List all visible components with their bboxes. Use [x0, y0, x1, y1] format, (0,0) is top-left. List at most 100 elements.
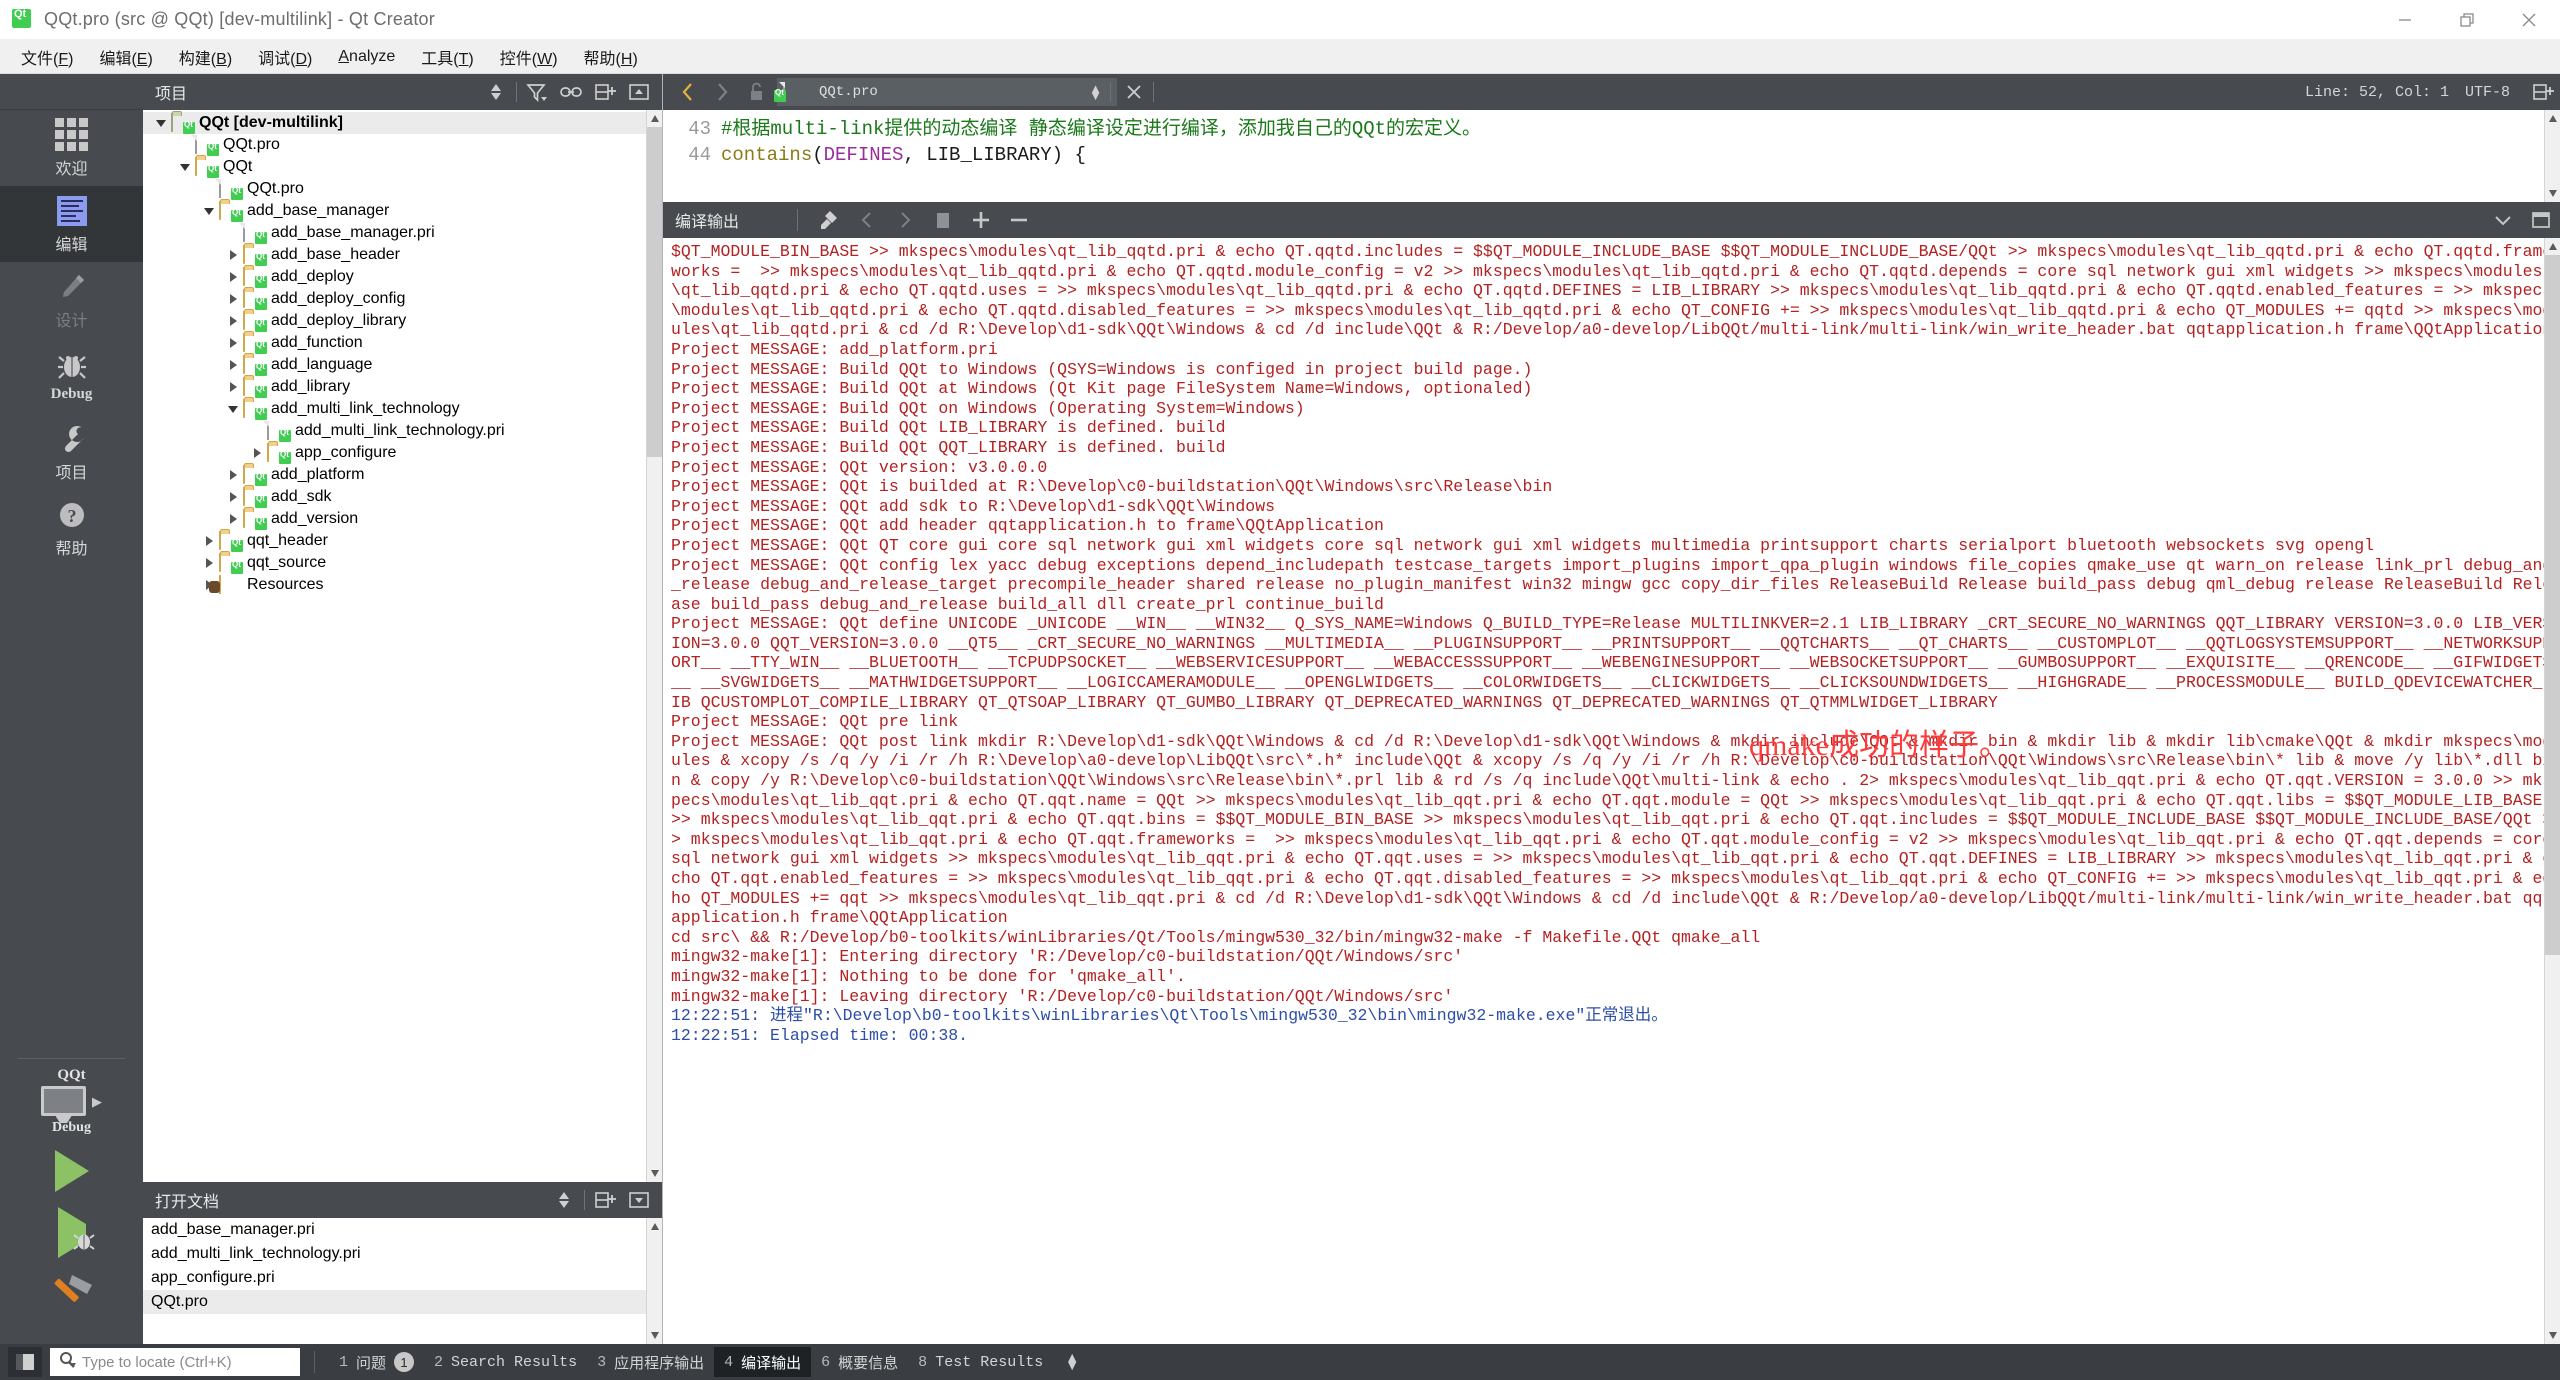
- previous-item-icon[interactable]: [848, 204, 886, 236]
- back-arrow-icon[interactable]: [671, 76, 705, 108]
- sidebar-toggle-icon[interactable]: [8, 1347, 42, 1377]
- chevron-right-icon[interactable]: [223, 294, 243, 304]
- chevron-down-icon[interactable]: [2484, 204, 2522, 236]
- output-tab-3[interactable]: 3 应用程序输出: [587, 1347, 714, 1377]
- chevron-right-icon[interactable]: [199, 536, 219, 546]
- tree-item[interactable]: QQt.pro: [143, 178, 662, 200]
- chevron-right-icon[interactable]: [223, 382, 243, 392]
- next-item-icon[interactable]: [886, 204, 924, 236]
- open-file-selector[interactable]: QQt.pro ▲▼: [774, 78, 1117, 106]
- updown-chevron-icon[interactable]: ▲ ▼: [1083, 82, 1108, 102]
- close-icon[interactable]: [2498, 0, 2560, 40]
- split-add-icon[interactable]: [588, 1185, 622, 1215]
- updown-chevron-icon[interactable]: ▲ ▼: [1065, 1350, 1079, 1372]
- menu-item-2[interactable]: 构建(B): [166, 41, 245, 73]
- tree-item[interactable]: add_library: [143, 376, 662, 398]
- scroll-up-icon[interactable]: [647, 110, 662, 127]
- search-input[interactable]: Type to locate (Ctrl+K): [50, 1348, 300, 1376]
- open-document-item[interactable]: add_multi_link_technology.pri: [143, 1242, 662, 1266]
- restore-icon[interactable]: [2436, 0, 2498, 40]
- run-button[interactable]: [0, 1140, 143, 1202]
- tree-item[interactable]: qqt_header: [143, 530, 662, 552]
- chevron-down-icon[interactable]: [175, 163, 195, 171]
- output-scrollbar[interactable]: [2544, 238, 2560, 1344]
- sidebar-item-design[interactable]: 设计: [0, 262, 143, 338]
- menu-item-4[interactable]: Analyze: [325, 44, 408, 70]
- scrollbar-thumb[interactable]: [647, 127, 662, 457]
- open-document-item[interactable]: QQt.pro: [143, 1290, 662, 1314]
- sidebar-item-help[interactable]: ? 帮助: [0, 490, 143, 566]
- close-document-icon[interactable]: [1117, 76, 1151, 108]
- build-button[interactable]: [0, 1264, 143, 1326]
- tree-item[interactable]: app_configure: [143, 442, 662, 464]
- split-add-icon[interactable]: [2526, 76, 2560, 108]
- scroll-down-icon[interactable]: [2545, 185, 2560, 202]
- chevron-right-icon[interactable]: [223, 250, 243, 260]
- unlocked-padlock-icon[interactable]: [739, 76, 773, 108]
- scrollbar-thumb[interactable]: [2545, 255, 2560, 955]
- tree-item[interactable]: Resources: [143, 574, 662, 596]
- kit-selector[interactable]: QQt ▶ Debug: [0, 1059, 143, 1140]
- tree-item[interactable]: add_multi_link_technology: [143, 398, 662, 420]
- scroll-down-icon[interactable]: [647, 1327, 662, 1344]
- collapse-icon[interactable]: [622, 1185, 656, 1215]
- chevron-down-icon[interactable]: [151, 119, 171, 127]
- scroll-up-icon[interactable]: [2545, 238, 2560, 255]
- tree-item[interactable]: add_base_manager: [143, 200, 662, 222]
- debug-button[interactable]: [0, 1202, 143, 1264]
- sidebar-item-projects[interactable]: 项目: [0, 414, 143, 490]
- scroll-down-icon[interactable]: [647, 1165, 662, 1182]
- tree-item[interactable]: qqt_source: [143, 552, 662, 574]
- tree-item[interactable]: add_base_manager.pri: [143, 222, 662, 244]
- menu-item-6[interactable]: 控件(W): [487, 41, 571, 73]
- open-document-item[interactable]: add_base_manager.pri: [143, 1218, 662, 1242]
- scroll-down-icon[interactable]: [2545, 1327, 2560, 1344]
- chevron-right-icon[interactable]: [247, 448, 267, 458]
- menu-item-1[interactable]: 编辑(E): [86, 41, 165, 73]
- output-tab-1[interactable]: 1 问题 1: [329, 1347, 424, 1377]
- clear-output-icon[interactable]: [810, 204, 848, 236]
- zoom-in-icon[interactable]: [962, 204, 1000, 236]
- scroll-up-icon[interactable]: [647, 1218, 662, 1235]
- menu-item-5[interactable]: 工具(T): [408, 41, 486, 73]
- output-tab-6[interactable]: 6 概要信息: [811, 1347, 908, 1377]
- tree-item[interactable]: add_platform: [143, 464, 662, 486]
- sync-icon[interactable]: [479, 77, 513, 107]
- tree-item[interactable]: add_multi_link_technology.pri: [143, 420, 662, 442]
- chevron-right-icon[interactable]: [223, 360, 243, 370]
- sidebar-item-debug[interactable]: Debug: [0, 338, 143, 414]
- tree-item[interactable]: add_function: [143, 332, 662, 354]
- menu-item-7[interactable]: 帮助(H): [571, 41, 651, 73]
- chevron-down-icon[interactable]: [199, 207, 219, 215]
- forward-arrow-icon[interactable]: [705, 76, 739, 108]
- zoom-out-icon[interactable]: [1000, 204, 1038, 236]
- chevron-right-icon[interactable]: [199, 558, 219, 568]
- sidebar-item-edit[interactable]: 编辑: [0, 186, 143, 262]
- output-tab-4[interactable]: 4 编译输出: [714, 1347, 812, 1377]
- link-icon[interactable]: [554, 77, 588, 107]
- tree-item[interactable]: add_version: [143, 508, 662, 530]
- open-document-item[interactable]: app_configure.pri: [143, 1266, 662, 1290]
- compile-output-view[interactable]: $QT_MODULE_BIN_BASE >> mkspecs\modules\q…: [663, 238, 2560, 1344]
- chevron-down-icon[interactable]: [223, 405, 243, 413]
- open-documents-list[interactable]: add_base_manager.pri add_multi_link_techn…: [143, 1218, 662, 1344]
- tree-item[interactable]: add_deploy: [143, 266, 662, 288]
- tree-item[interactable]: add_deploy_config: [143, 288, 662, 310]
- chevron-right-icon[interactable]: [223, 316, 243, 326]
- project-tree-scrollbar[interactable]: [646, 110, 662, 1182]
- split-add-icon[interactable]: [588, 77, 622, 107]
- sidebar-item-welcome[interactable]: 欢迎: [0, 110, 143, 186]
- tree-item[interactable]: add_base_header: [143, 244, 662, 266]
- project-tree[interactable]: QQt [dev-multilink] QQt.pro QQt QQt.pro add_…: [143, 110, 662, 1182]
- chevron-right-icon[interactable]: [223, 492, 243, 502]
- code-lines[interactable]: #根据multi-link提供的动态编译 静态编译设定进行编译，添加我自己的QQ…: [721, 110, 1481, 202]
- filter-icon[interactable]: [520, 77, 554, 107]
- output-tab-8[interactable]: 8 Test Results: [908, 1347, 1053, 1377]
- maximize-pane-icon[interactable]: [2522, 204, 2560, 236]
- chevron-right-icon[interactable]: [223, 338, 243, 348]
- menu-item-0[interactable]: 文件(F): [8, 41, 86, 73]
- sync-icon[interactable]: [547, 1185, 581, 1215]
- menu-item-3[interactable]: 调试(D): [245, 41, 325, 73]
- tree-item[interactable]: add_language: [143, 354, 662, 376]
- tree-item[interactable]: QQt.pro: [143, 134, 662, 156]
